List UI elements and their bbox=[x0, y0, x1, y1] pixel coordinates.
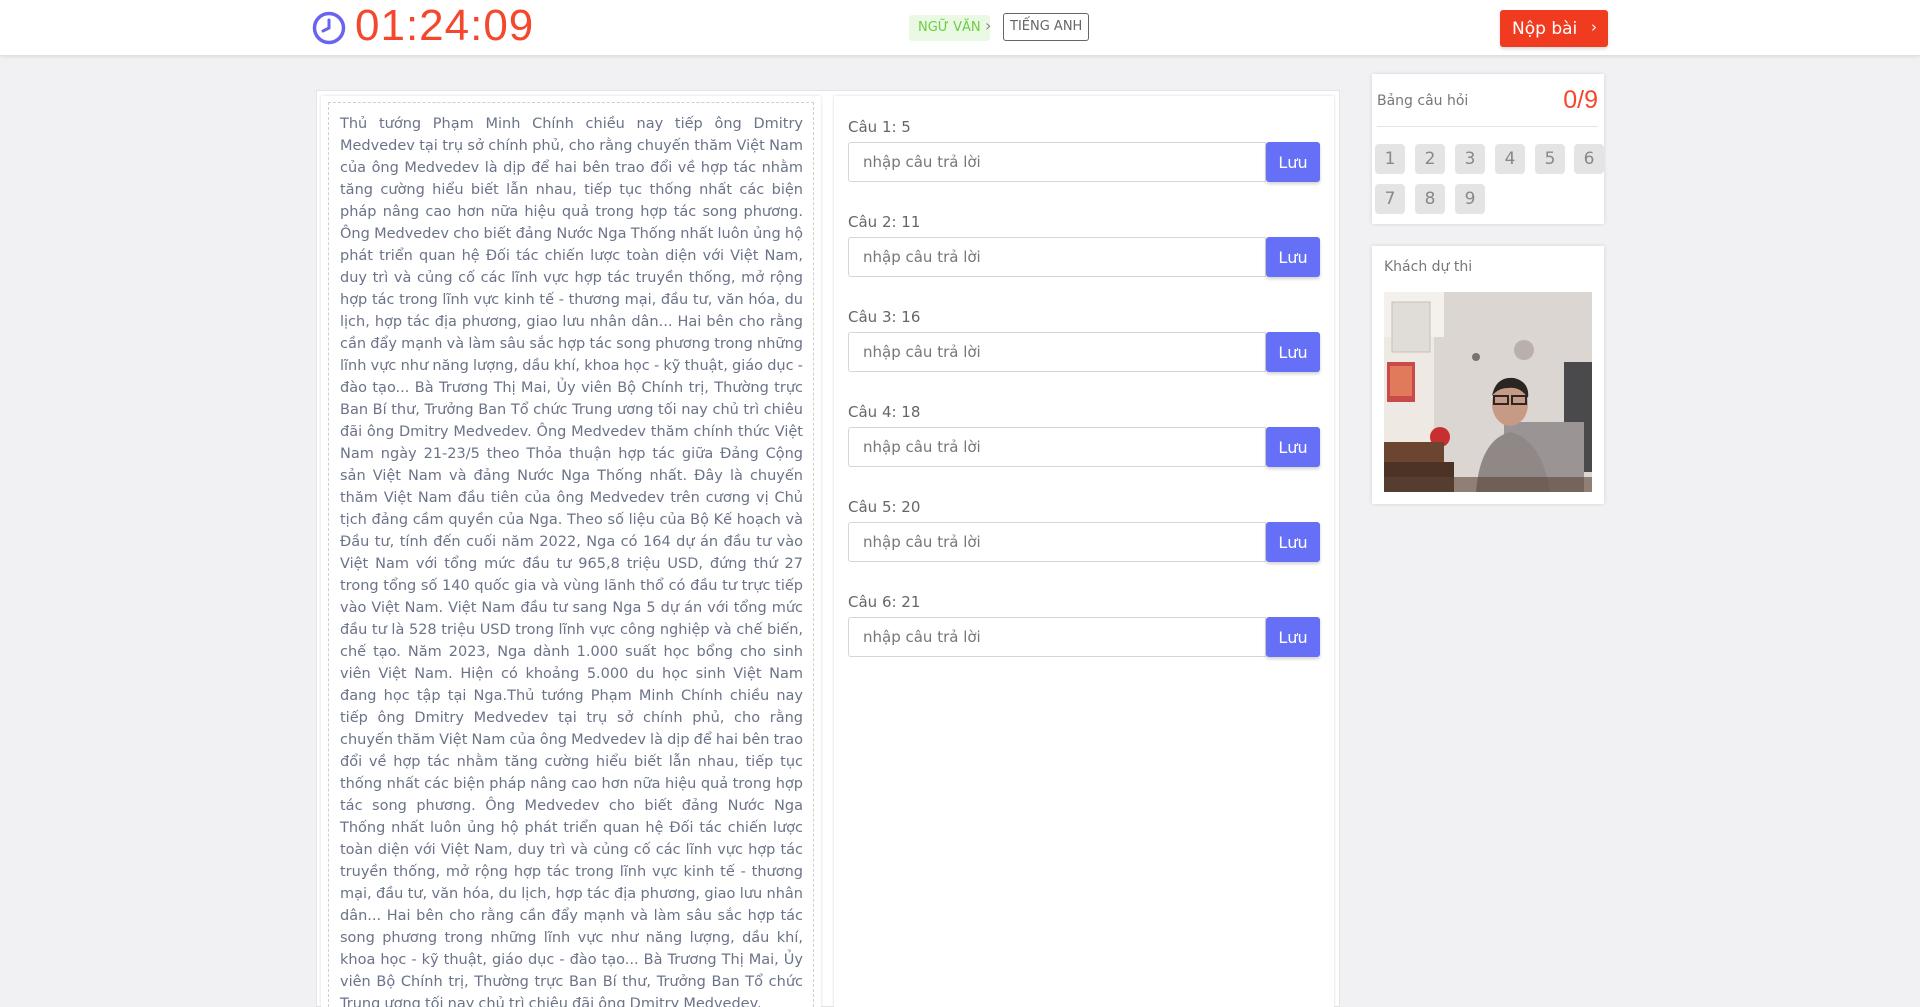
chevron-right-icon: › bbox=[1591, 18, 1597, 36]
question-title: Câu 6: 21 bbox=[848, 593, 921, 611]
question-title: Câu 5: 20 bbox=[848, 498, 921, 516]
question-title: Câu 2: 11 bbox=[848, 213, 921, 231]
question-item: Câu 3: 16 Lưu bbox=[848, 302, 1322, 372]
answer-input[interactable] bbox=[848, 522, 1266, 562]
save-answer-button[interactable]: Lưu bbox=[1266, 237, 1320, 277]
answer-input[interactable] bbox=[848, 617, 1266, 657]
save-answer-button[interactable]: Lưu bbox=[1266, 332, 1320, 372]
question-nav-button[interactable]: 5 bbox=[1535, 144, 1565, 174]
question-title: Câu 3: 16 bbox=[848, 308, 921, 326]
question-nav-button[interactable]: 1 bbox=[1375, 144, 1405, 174]
candidate-panel: Khách dự thi bbox=[1372, 246, 1604, 504]
question-nav-button[interactable]: 6 bbox=[1574, 144, 1604, 174]
answered-count: 0/9 bbox=[1563, 86, 1598, 114]
question-title: Câu 1: 5 bbox=[848, 118, 911, 136]
question-item: Câu 2: 11 Lưu bbox=[848, 207, 1322, 277]
save-answer-button[interactable]: Lưu bbox=[1266, 617, 1320, 657]
question-nav-button[interactable]: 7 bbox=[1375, 184, 1405, 214]
subject-tab-english[interactable]: TIẾNG ANH bbox=[1003, 13, 1090, 41]
answer-input[interactable] bbox=[848, 237, 1266, 277]
question-title: Câu 4: 18 bbox=[848, 403, 921, 421]
candidate-panel-title: Khách dự thi bbox=[1384, 259, 1473, 275]
top-bar: 01:24:09 NGỮ VĂN › TIẾNG ANH Nộp bài › bbox=[0, 0, 1920, 55]
question-nav-button[interactable]: 4 bbox=[1495, 144, 1525, 174]
countdown-timer: 01:24:09 bbox=[355, 1, 535, 50]
answer-input[interactable] bbox=[848, 142, 1266, 182]
webcam-image bbox=[1384, 292, 1592, 492]
reading-passage-panel[interactable]: Thủ tướng Phạm Minh Chính chiều nay tiếp… bbox=[321, 96, 821, 1007]
reading-passage-text: Thủ tướng Phạm Minh Chính chiều nay tiếp… bbox=[340, 116, 803, 1007]
submit-exam-label: Nộp bài bbox=[1512, 18, 1578, 39]
webcam-feed bbox=[1384, 292, 1592, 492]
save-answer-button[interactable]: Lưu bbox=[1266, 427, 1320, 467]
question-nav-button[interactable]: 8 bbox=[1415, 184, 1445, 214]
question-nav-button[interactable]: 9 bbox=[1455, 184, 1485, 214]
chevron-right-icon: › bbox=[985, 16, 992, 35]
save-answer-button[interactable]: Lưu bbox=[1266, 522, 1320, 562]
answer-input[interactable] bbox=[848, 332, 1266, 372]
question-item: Câu 6: 21 Lưu bbox=[848, 587, 1322, 657]
question-board-title: Bảng câu hỏi bbox=[1377, 93, 1469, 109]
question-item: Câu 5: 20 Lưu bbox=[848, 492, 1322, 562]
divider bbox=[1377, 126, 1598, 127]
answer-panel: Câu 1: 5 Lưu Câu 2: 11 Lưu Câu 3: 16 Lưu… bbox=[834, 96, 1334, 1007]
question-nav-button[interactable]: 2 bbox=[1415, 144, 1445, 174]
question-board: Bảng câu hỏi 0/9 1 2 3 4 5 6 7 8 9 bbox=[1372, 74, 1604, 224]
clock-icon bbox=[312, 11, 346, 45]
answer-input[interactable] bbox=[848, 427, 1266, 467]
reading-passage-frame: Thủ tướng Phạm Minh Chính chiều nay tiếp… bbox=[328, 102, 814, 1007]
save-answer-button[interactable]: Lưu bbox=[1266, 142, 1320, 182]
submit-exam-button[interactable]: Nộp bài › bbox=[1500, 10, 1608, 47]
question-nav-button[interactable]: 3 bbox=[1455, 144, 1485, 174]
question-item: Câu 1: 5 Lưu bbox=[848, 112, 1322, 182]
question-item: Câu 4: 18 Lưu bbox=[848, 397, 1322, 467]
subject-tab-literature[interactable]: NGỮ VĂN bbox=[909, 15, 990, 41]
